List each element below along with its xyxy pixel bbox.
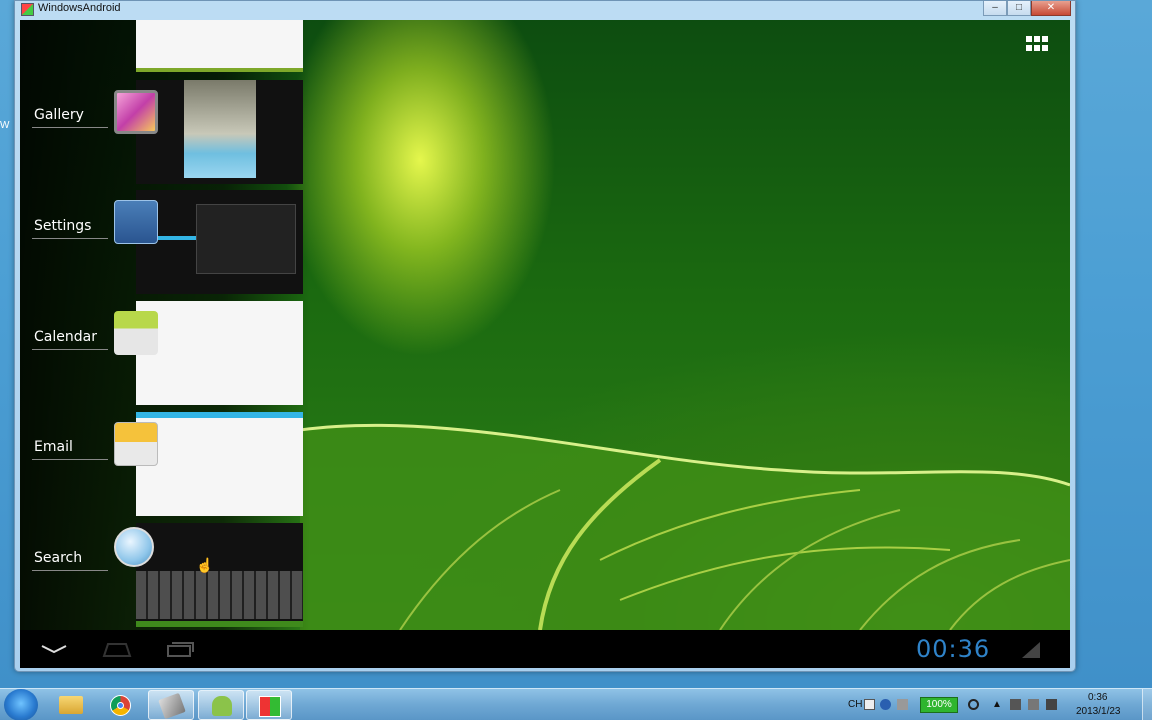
- recent-item-search[interactable]: Search ☝: [20, 523, 310, 631]
- volume-icon[interactable]: [1046, 699, 1057, 710]
- recent-label-search: Search: [34, 550, 83, 566]
- android-navigation-bar: 00:36: [20, 630, 1070, 668]
- label-underline: [32, 349, 108, 350]
- taskbar-chrome[interactable]: [98, 690, 144, 720]
- start-button[interactable]: [4, 689, 38, 720]
- recent-label-settings: Settings: [34, 218, 92, 234]
- recent-item-settings[interactable]: Settings: [20, 190, 310, 298]
- window-controls: – □ ✕: [983, 1, 1071, 16]
- help-icon[interactable]: [880, 699, 891, 710]
- calendar-icon: [114, 311, 158, 355]
- windowsandroid-window: WindowsAndroid – □ ✕ Gallery Settings Ca…: [14, 0, 1076, 672]
- keyboard-icon[interactable]: [864, 699, 875, 710]
- search-icon: [114, 527, 154, 567]
- android-screen: Gallery Settings Calendar Email Search ☝…: [20, 20, 1070, 668]
- taskbar-windowsandroid[interactable]: [246, 690, 292, 720]
- system-tray: CH 100% ▲ 0:36 2013/1/23: [842, 689, 1152, 720]
- settings-tray-icon[interactable]: [897, 699, 908, 710]
- leaf-veins-graphic: [300, 423, 1070, 630]
- hide-keyboard-icon[interactable]: [40, 644, 68, 654]
- power-icon[interactable]: [968, 699, 979, 710]
- recent-label-calendar: Calendar: [34, 329, 97, 345]
- recent-item-gallery[interactable]: Gallery: [20, 80, 310, 188]
- title-bar[interactable]: WindowsAndroid – □ ✕: [15, 1, 1075, 19]
- show-desktop-button[interactable]: [1142, 689, 1152, 720]
- window-title: WindowsAndroid: [38, 2, 121, 14]
- windows-taskbar: CH 100% ▲ 0:36 2013/1/23: [0, 688, 1152, 720]
- tool-icon: [158, 692, 186, 720]
- label-underline: [32, 570, 108, 571]
- recent-label-email: Email: [34, 439, 73, 455]
- explorer-icon: [59, 696, 83, 714]
- minimize-button[interactable]: –: [983, 1, 1007, 16]
- label-underline: [32, 238, 108, 239]
- taskbar-time[interactable]: 0:36: [1088, 692, 1107, 703]
- recent-label-gallery: Gallery: [34, 107, 84, 123]
- signal-icon: [1022, 642, 1040, 658]
- taskbar-date[interactable]: 2013/1/23: [1076, 706, 1121, 717]
- settings-icon: [114, 200, 158, 244]
- search-thumbnail[interactable]: [136, 523, 303, 627]
- flag-icon[interactable]: [1028, 699, 1039, 710]
- maximize-button[interactable]: □: [1007, 1, 1031, 16]
- windowsandroid-app-icon: [21, 3, 34, 16]
- recent-apps-icon[interactable]: [166, 640, 196, 658]
- windowsandroid-icon: [259, 696, 281, 717]
- network-icon[interactable]: [1010, 699, 1021, 710]
- label-underline: [32, 459, 108, 460]
- taskbar-explorer[interactable]: [48, 690, 94, 720]
- recent-thumbnail-partial[interactable]: [136, 20, 303, 72]
- gallery-thumbnail[interactable]: [136, 80, 303, 184]
- recent-apps-panel: Gallery Settings Calendar Email Search ☝: [20, 20, 310, 630]
- leaf-image: [300, 400, 1070, 630]
- recent-item-calendar[interactable]: Calendar: [20, 301, 310, 409]
- mouse-cursor-icon: ☝: [196, 557, 214, 573]
- settings-thumbnail[interactable]: [136, 190, 303, 294]
- calendar-thumbnail[interactable]: [136, 301, 303, 405]
- email-thumbnail[interactable]: [136, 412, 303, 516]
- battery-indicator[interactable]: 100%: [920, 697, 958, 713]
- all-apps-icon[interactable]: [1026, 36, 1048, 52]
- close-button[interactable]: ✕: [1031, 1, 1071, 16]
- android-icon: [212, 696, 232, 716]
- email-icon: [114, 422, 158, 466]
- home-icon[interactable]: [102, 642, 132, 658]
- gallery-icon: [114, 90, 158, 134]
- status-clock[interactable]: 00:36: [916, 635, 990, 663]
- ime-indicator[interactable]: CH: [848, 699, 862, 710]
- taskbar-android[interactable]: [198, 690, 244, 720]
- chrome-icon: [110, 695, 131, 716]
- taskbar-tool[interactable]: [148, 690, 194, 720]
- label-underline: [32, 127, 108, 128]
- tray-expand-icon[interactable]: ▲: [992, 699, 1002, 710]
- recent-item-email[interactable]: Email: [20, 412, 310, 520]
